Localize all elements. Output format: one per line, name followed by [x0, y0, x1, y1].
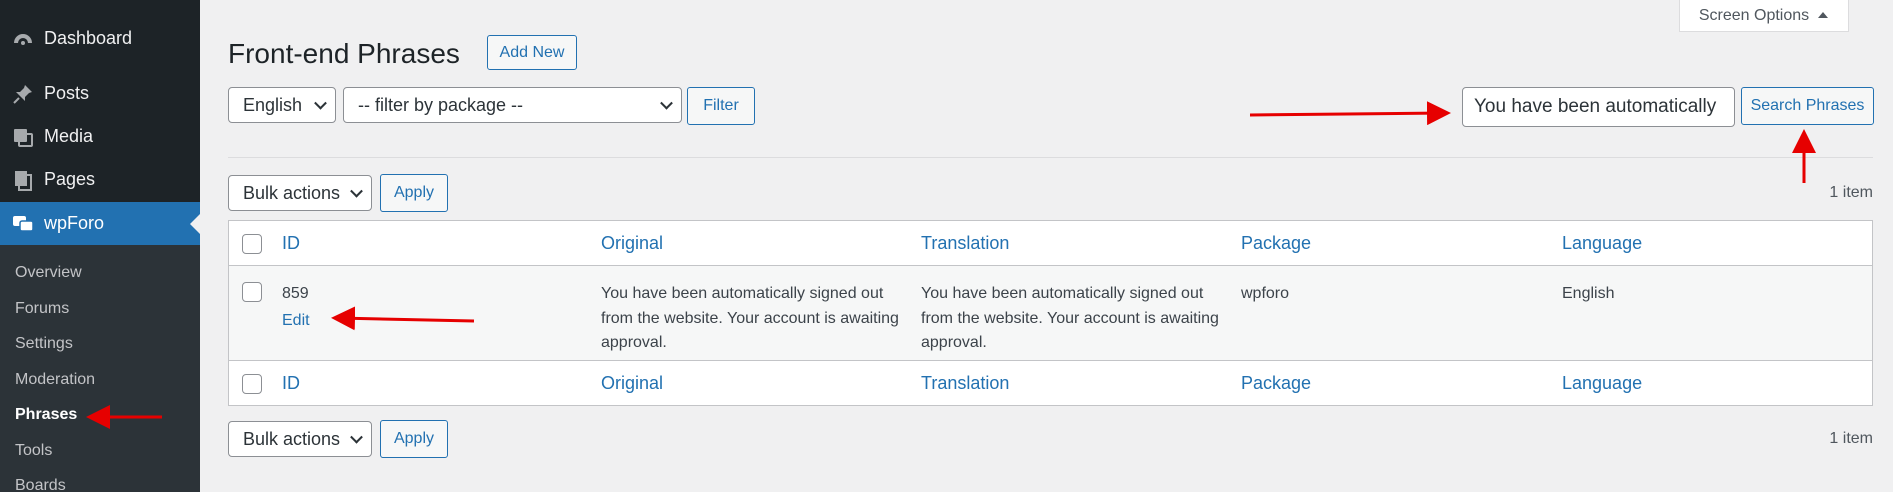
- row-package: wpforo: [1241, 285, 1290, 302]
- column-header-original[interactable]: Original: [601, 233, 901, 254]
- menu-label: Media: [44, 126, 94, 146]
- row-language: English: [1562, 285, 1615, 302]
- apply-button-top[interactable]: Apply: [380, 174, 448, 212]
- pin-icon: [12, 83, 34, 105]
- menu-label: wpForo: [44, 213, 105, 233]
- bulk-actions-select-bottom[interactable]: Bulk actions: [228, 421, 372, 457]
- submenu-settings[interactable]: Settings: [0, 328, 200, 364]
- search-phrases-button[interactable]: Search Phrases: [1741, 87, 1874, 125]
- pages-icon: [12, 169, 34, 191]
- submenu-forums[interactable]: Forums: [0, 293, 200, 329]
- language-select-value: English: [243, 94, 303, 115]
- column-footer-package[interactable]: Package: [1241, 373, 1311, 394]
- package-select[interactable]: -- filter by package --: [343, 87, 682, 123]
- menu-label: Dashboard: [44, 28, 133, 48]
- filter-button[interactable]: Filter: [687, 87, 755, 125]
- item-count-bottom: 1 item: [1829, 430, 1873, 447]
- chevron-down-icon: [660, 96, 673, 110]
- menu-label: Pages: [44, 169, 96, 189]
- table-row: 859 Edit You have been automatically sig…: [229, 266, 1872, 361]
- menu-label: Posts: [44, 83, 90, 103]
- row-id-cell: 859 Edit: [282, 282, 310, 333]
- wpforo-submenu: Overview Forums Settings Moderation Phra…: [0, 245, 200, 492]
- item-count-top: 1 item: [1829, 184, 1873, 201]
- column-footer-original[interactable]: Original: [601, 373, 901, 394]
- column-header-language[interactable]: Language: [1562, 233, 1642, 254]
- menu-pages[interactable]: Pages: [0, 158, 200, 201]
- select-all-checkbox[interactable]: [242, 234, 262, 254]
- select-all-checkbox-bottom[interactable]: [242, 374, 262, 394]
- package-select-value: -- filter by package --: [358, 94, 524, 115]
- page-title: Front-end Phrases: [228, 38, 460, 69]
- add-new-button[interactable]: Add New: [487, 35, 577, 70]
- media-icon: [12, 126, 34, 148]
- column-footer-translation[interactable]: Translation: [921, 373, 1221, 394]
- chevron-down-icon: [314, 96, 327, 110]
- divider: [228, 157, 1873, 158]
- bulk-actions-value: Bulk actions: [243, 428, 341, 449]
- column-footer-id[interactable]: ID: [282, 373, 300, 394]
- screen-options-button[interactable]: Screen Options: [1679, 0, 1849, 32]
- chevron-down-icon: [350, 184, 363, 198]
- apply-button-bottom[interactable]: Apply: [380, 420, 448, 458]
- screen-options-label: Screen Options: [1698, 6, 1810, 24]
- column-header-translation[interactable]: Translation: [921, 233, 1221, 254]
- menu-media[interactable]: Media: [0, 115, 200, 158]
- submenu-boards[interactable]: Boards: [0, 470, 200, 492]
- menu-posts[interactable]: Posts: [0, 72, 200, 115]
- dashboard-icon: [12, 28, 34, 50]
- table-header-row: ID Original Translation Package Language: [229, 221, 1872, 266]
- submenu-moderation[interactable]: Moderation: [0, 364, 200, 400]
- phrases-table: ID Original Translation Package Language…: [228, 220, 1873, 406]
- row-checkbox[interactable]: [242, 282, 262, 302]
- bulk-actions-value: Bulk actions: [243, 182, 341, 203]
- search-input[interactable]: You have been automatically: [1462, 87, 1735, 127]
- submenu-phrases[interactable]: Phrases: [0, 399, 200, 435]
- column-header-id[interactable]: ID: [282, 233, 300, 254]
- table-footer-row: ID Original Translation Package Language: [229, 361, 1872, 405]
- edit-link[interactable]: Edit: [282, 309, 310, 334]
- row-translation: You have been automatically signed out f…: [921, 285, 1219, 351]
- menu-wpforo[interactable]: wpForo: [0, 202, 200, 245]
- language-select[interactable]: English: [228, 87, 336, 123]
- column-header-package[interactable]: Package: [1241, 233, 1311, 254]
- chevron-down-icon: [350, 430, 363, 444]
- bulk-actions-select-top[interactable]: Bulk actions: [228, 175, 372, 211]
- forum-icon: [12, 213, 34, 235]
- menu-dashboard[interactable]: Dashboard: [0, 17, 200, 60]
- main-content: Screen Options Front-end Phrases Add New…: [200, 0, 1893, 492]
- row-original: You have been automatically signed out f…: [601, 285, 899, 351]
- submenu-tools[interactable]: Tools: [0, 435, 200, 471]
- submenu-overview[interactable]: Overview: [0, 257, 200, 293]
- column-footer-language[interactable]: Language: [1562, 373, 1642, 394]
- row-id: 859: [282, 285, 309, 302]
- caret-up-icon: [1817, 7, 1829, 25]
- admin-sidebar: Dashboard Posts Media Pages wpForo Overv…: [0, 0, 200, 492]
